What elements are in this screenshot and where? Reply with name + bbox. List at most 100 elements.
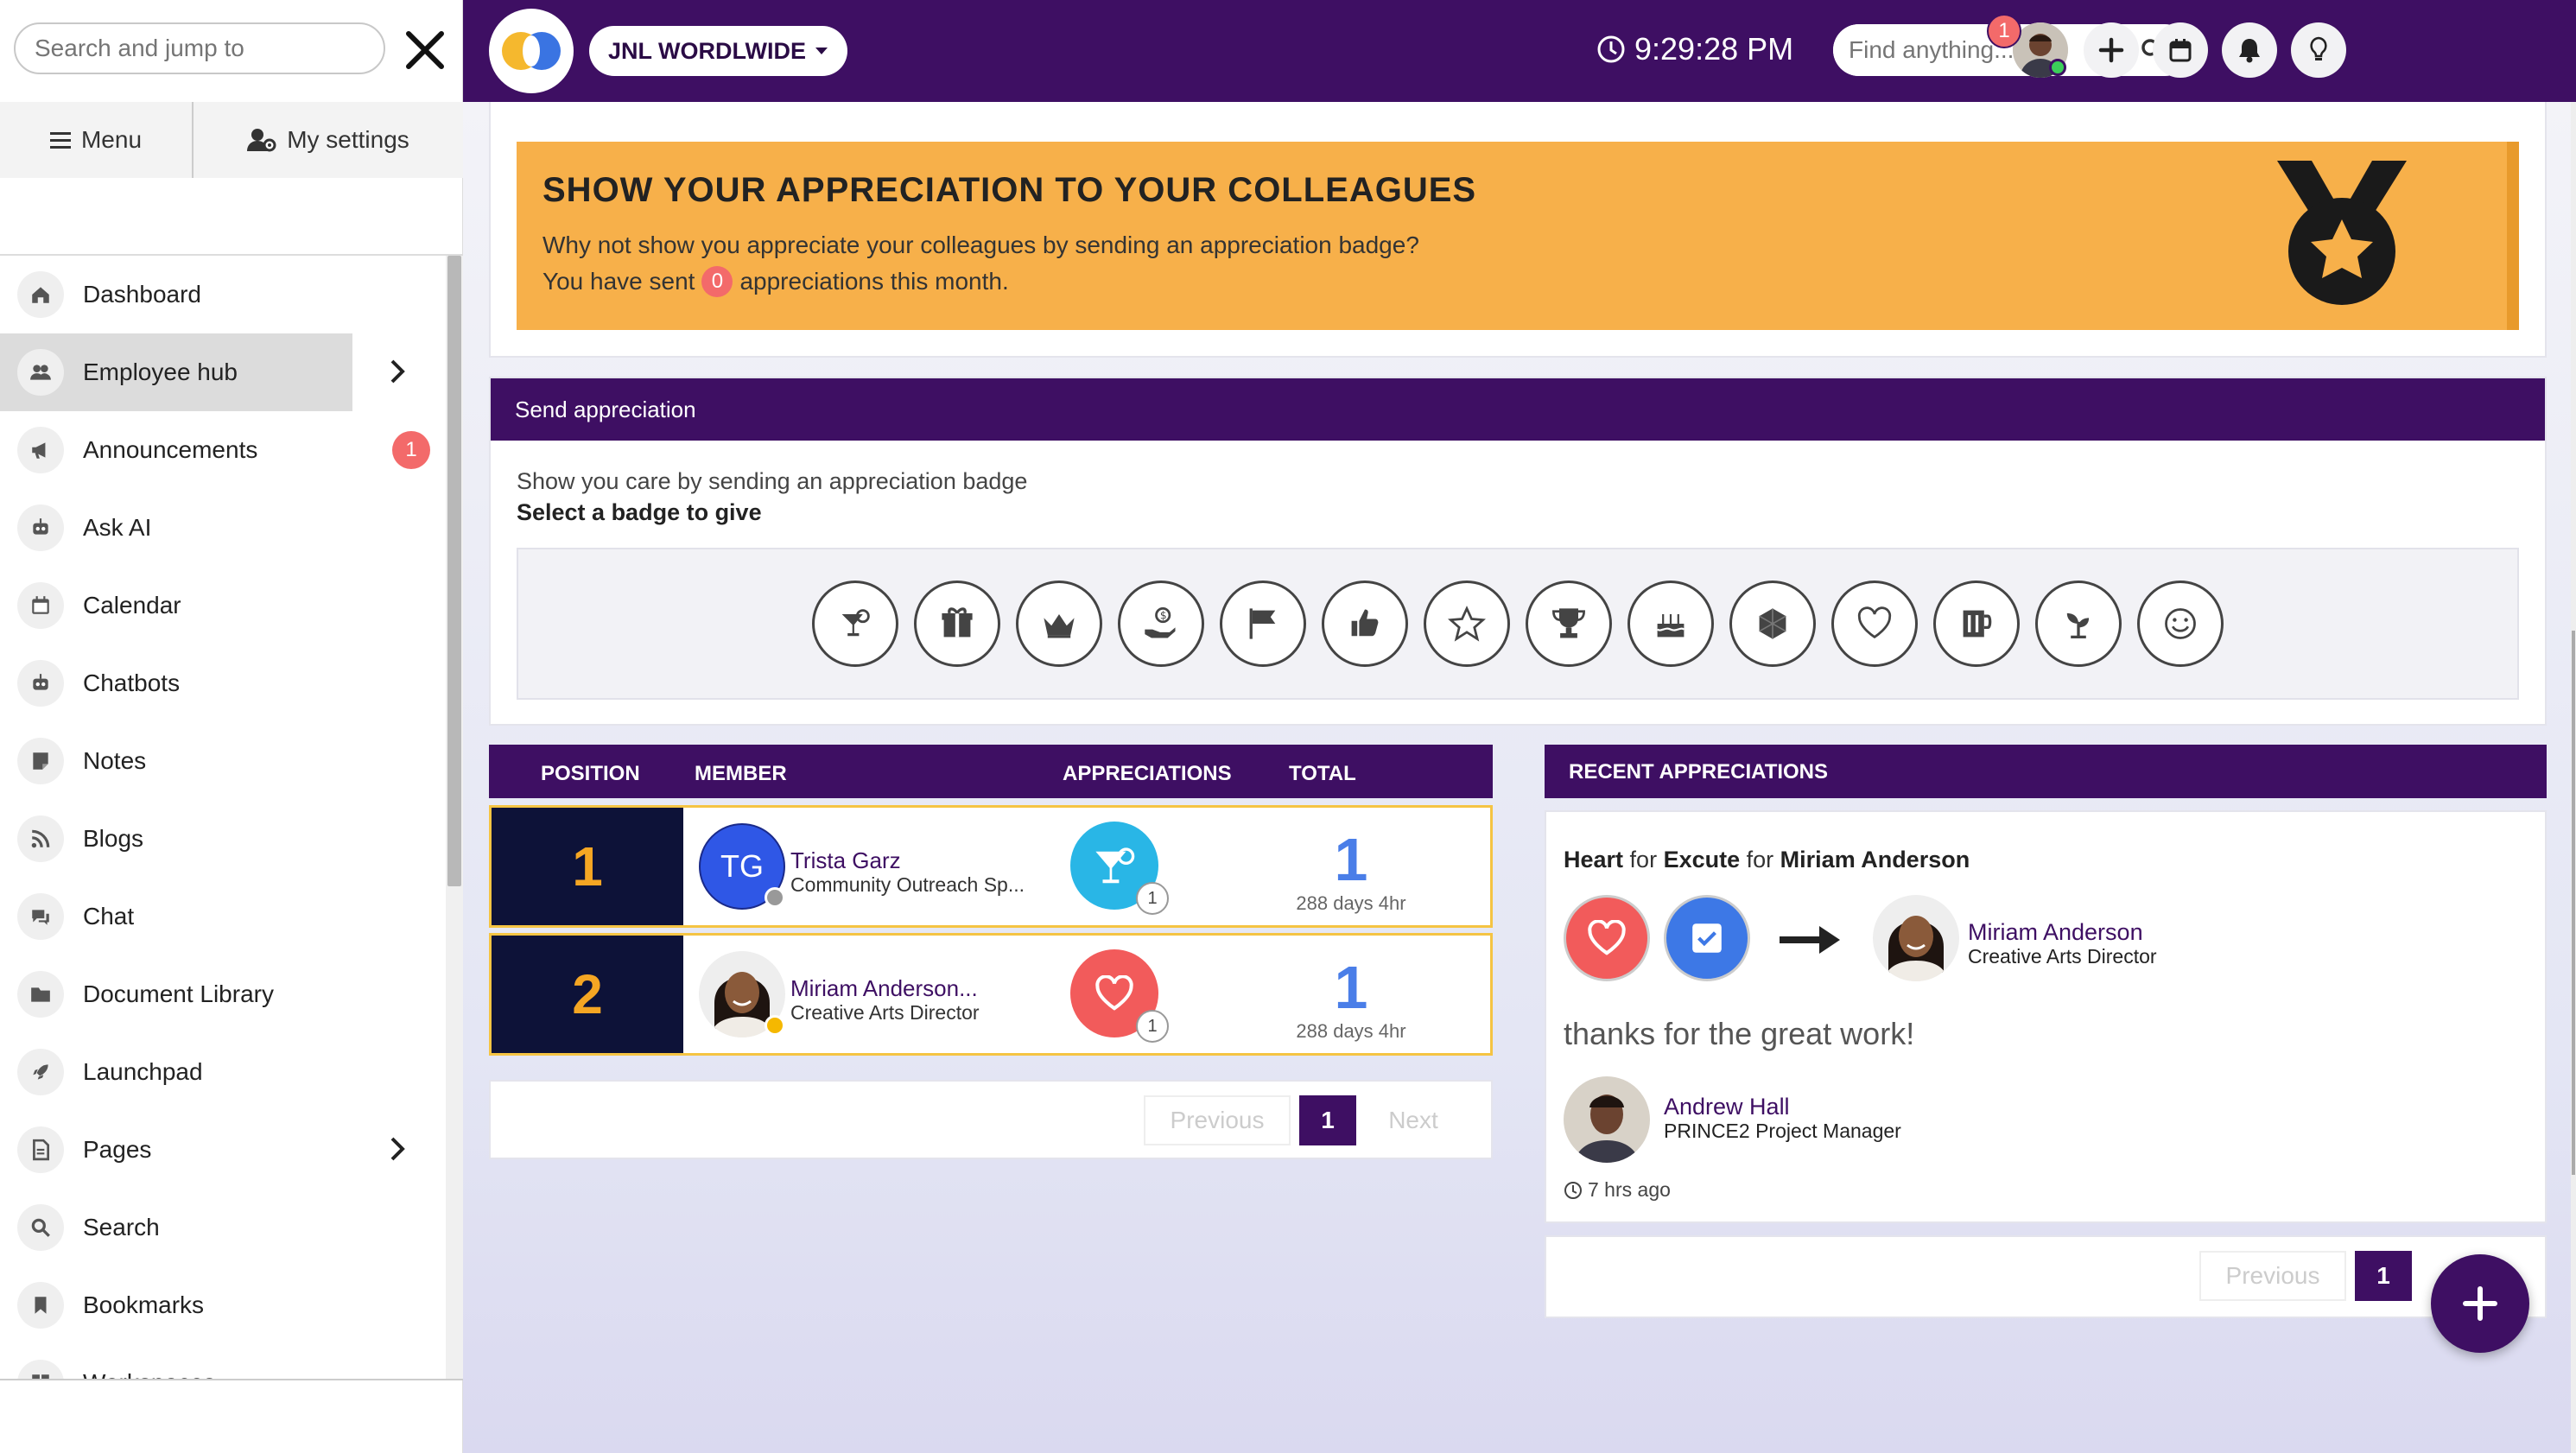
- plus-icon: [2098, 37, 2124, 63]
- sidebar-item-workspaces[interactable]: Workspaces: [0, 1344, 446, 1379]
- sidebar-item-search[interactable]: Search: [0, 1189, 446, 1266]
- tab-my-settings[interactable]: My settings: [194, 102, 463, 178]
- clock-icon: [1564, 1181, 1583, 1200]
- smile-icon[interactable]: [2137, 581, 2224, 667]
- chevron-right-icon[interactable]: [389, 358, 406, 385]
- cocktail-icon[interactable]: [812, 581, 898, 667]
- mug-icon[interactable]: [1933, 581, 2020, 667]
- leaderboard-row[interactable]: 1 TG Trista Garz Community Outreach Sp..…: [489, 805, 1493, 928]
- workspace-icon: [17, 1360, 64, 1379]
- sidebar-item-document-library[interactable]: Document Library: [0, 955, 446, 1033]
- app-logo[interactable]: [489, 9, 574, 93]
- row-position: 1: [492, 808, 683, 925]
- home-icon: [17, 271, 64, 318]
- sidebar-item-notes[interactable]: Notes: [0, 722, 446, 800]
- hamburger-icon: [49, 130, 71, 149]
- gift-icon[interactable]: [914, 581, 1000, 667]
- calendar-button[interactable]: [2153, 22, 2208, 78]
- sender-name[interactable]: Andrew Hall: [1664, 1094, 1790, 1120]
- tab-menu-label: Menu: [80, 126, 143, 153]
- recent-badge-name: Heart: [1564, 847, 1624, 872]
- banner-sent-prefix: You have sent: [542, 268, 695, 295]
- main-scroll-thumb[interactable]: [2572, 631, 2575, 1175]
- trophy-icon[interactable]: [1526, 581, 1612, 667]
- chevron-right-icon[interactable]: [389, 1135, 406, 1163]
- bookmark-icon: [17, 1282, 64, 1329]
- appreciation-time: 7 hrs ago: [1564, 1178, 1671, 1202]
- sidebar-item-label: Chat: [83, 903, 135, 930]
- time-ago: 7 hrs ago: [1588, 1178, 1671, 1201]
- total-duration: 288 days 4hr: [1296, 892, 1406, 914]
- sidebar-item-chatbots[interactable]: Chatbots: [0, 644, 446, 722]
- banner-text: Why not show you appreciate your colleag…: [542, 232, 1419, 258]
- col-position: POSITION: [541, 762, 640, 785]
- cake-icon[interactable]: [1627, 581, 1714, 667]
- gem-icon[interactable]: [1729, 581, 1816, 667]
- global-search-input[interactable]: [1833, 24, 2113, 76]
- banner-sent-suffix: appreciations this month.: [739, 268, 1009, 295]
- sidebar-item-ask-ai[interactable]: Ask AI: [0, 489, 446, 567]
- member-name[interactable]: Trista Garz: [790, 847, 901, 874]
- for-text: for: [1629, 847, 1658, 872]
- sidebar-spacer: [0, 178, 463, 256]
- sidebar-search-input[interactable]: [14, 22, 385, 74]
- hand-coin-icon[interactable]: $: [1118, 581, 1204, 667]
- total-value: 1: [1334, 954, 1368, 1021]
- member-name[interactable]: Miriam Anderson...: [790, 975, 978, 1002]
- caret-down-icon: [815, 47, 828, 55]
- recipient-name[interactable]: Miriam Anderson: [1968, 919, 2143, 946]
- heart-icon: [1564, 895, 1650, 981]
- sidebar-item-label: Dashboard: [83, 281, 201, 308]
- sidebar-item-label: Chatbots: [83, 669, 181, 696]
- floating-add-button[interactable]: [2431, 1254, 2529, 1353]
- member-title: Community Outreach Sp...: [790, 873, 1025, 896]
- thumbs-up-icon[interactable]: [1322, 581, 1408, 667]
- recipient-avatar[interactable]: [1873, 895, 1959, 981]
- col-appreciations: APPRECIATIONS: [1063, 762, 1232, 785]
- sidebar-item-employee-hub[interactable]: Employee hub: [0, 333, 405, 411]
- sidebar-item-chat[interactable]: Chat: [0, 878, 446, 955]
- online-status-dot: [2049, 59, 2066, 76]
- rss-icon: [17, 815, 64, 862]
- add-button[interactable]: [2084, 22, 2139, 78]
- sidebar-item-pages[interactable]: Pages: [0, 1111, 446, 1189]
- org-switcher-button[interactable]: JNL WORDLWIDE: [589, 26, 847, 76]
- seedling-icon[interactable]: [2035, 581, 2122, 667]
- previous-button[interactable]: Previous: [1144, 1095, 1291, 1145]
- page-1-button[interactable]: 1: [1299, 1095, 1356, 1145]
- page-1-button[interactable]: 1: [2355, 1251, 2412, 1301]
- badge-count: 1: [1136, 882, 1169, 915]
- clock-time: 9:29:28 PM: [1634, 31, 1794, 67]
- notifications-button[interactable]: [2222, 22, 2277, 78]
- sidebar-item-dashboard[interactable]: Dashboard: [0, 256, 446, 333]
- crown-icon[interactable]: [1016, 581, 1102, 667]
- recent-appreciations-header: RECENT APPRECIATIONS: [1545, 745, 2547, 798]
- bell-icon: [2237, 37, 2262, 63]
- sidebar-scroll-thumb[interactable]: [447, 256, 461, 886]
- lightbulb-icon: [2308, 36, 2329, 64]
- sidebar-nav: Dashboard Employee hub Announcements 1 Ask A…: [0, 256, 446, 1379]
- ideas-button[interactable]: [2291, 22, 2346, 78]
- recent-appreciation-title: Heart for Excute for Miriam Anderson: [1564, 847, 1970, 873]
- sidebar-item-launchpad[interactable]: Launchpad: [0, 1033, 446, 1111]
- flag-icon[interactable]: [1220, 581, 1306, 667]
- plus-icon: [2461, 1285, 2499, 1323]
- close-icon[interactable]: [399, 24, 451, 76]
- sidebar-tabs: Menu My settings: [0, 102, 463, 178]
- recent-appreciation-card: Heart for Excute for Miriam Anderson Mir…: [1545, 810, 2547, 1223]
- star-icon[interactable]: [1424, 581, 1510, 667]
- sidebar-item-blogs[interactable]: Blogs: [0, 800, 446, 878]
- banner-sent-text: You have sent 0 appreciations this month…: [542, 266, 1009, 297]
- leaderboard-row[interactable]: 2 Miriam Anderson... Creative Arts Direc…: [489, 933, 1493, 1056]
- sidebar-item-announcements[interactable]: Announcements 1: [0, 411, 446, 489]
- sender-avatar[interactable]: [1564, 1076, 1650, 1163]
- folder-icon: [17, 971, 64, 1018]
- next-button[interactable]: Next: [1363, 1095, 1463, 1145]
- sidebar-item-bookmarks[interactable]: Bookmarks: [0, 1266, 446, 1344]
- previous-button[interactable]: Previous: [2199, 1251, 2346, 1301]
- heart-icon[interactable]: [1831, 581, 1918, 667]
- select-badge-label: Select a badge to give: [517, 499, 762, 525]
- tab-menu[interactable]: Menu: [0, 102, 194, 178]
- sidebar-item-calendar[interactable]: Calendar: [0, 567, 446, 644]
- users-icon: [17, 349, 64, 396]
